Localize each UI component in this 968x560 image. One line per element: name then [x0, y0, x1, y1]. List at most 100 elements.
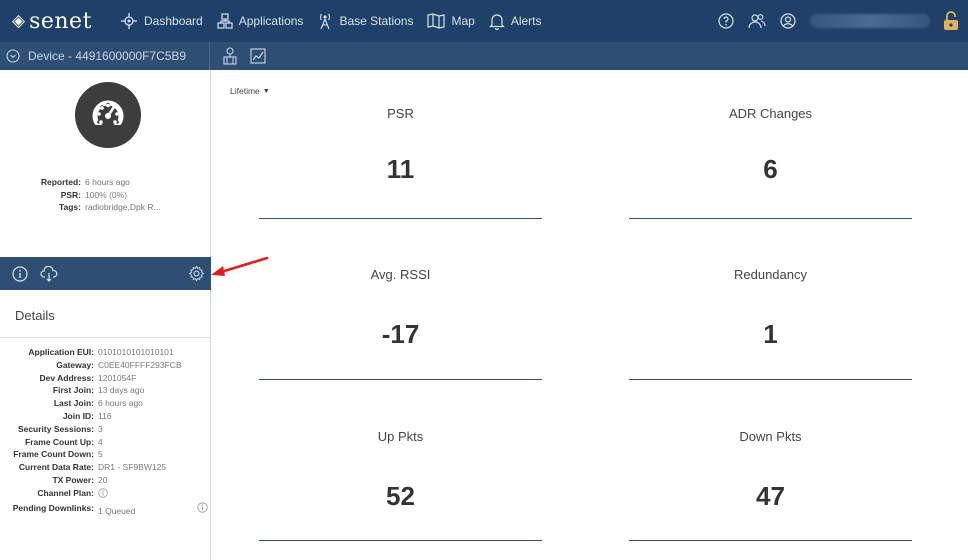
- channel-plan-info[interactable]: [98, 487, 108, 500]
- bell-icon: [488, 13, 505, 30]
- summary-value: radiobridge,Dpk R...: [85, 202, 161, 212]
- details-key: Security Sessions:: [17, 423, 94, 434]
- stat-divider: [259, 218, 542, 219]
- details-row: Application EUI: 0101010101010101: [0, 346, 211, 359]
- period-label: Lifetime: [230, 86, 260, 96]
- details-row: Join ID: 116: [0, 410, 211, 423]
- details-key: Channel Plan:: [37, 487, 94, 498]
- details-value: DR1 - SF9BW125: [98, 462, 167, 473]
- help-button[interactable]: [718, 13, 734, 29]
- stat-value: 6: [763, 154, 778, 184]
- stat-value: -17: [381, 319, 420, 349]
- device-subbar: Device - 4491600000F7C5B9: [0, 42, 968, 70]
- info-button[interactable]: [12, 265, 28, 282]
- details-key: Application EUI:: [28, 347, 94, 357]
- nav-label: Base Stations: [339, 14, 414, 28]
- map-icon: [427, 13, 446, 29]
- user-name-redacted: [810, 14, 930, 28]
- stat-label: PSR: [387, 106, 414, 121]
- details-row: Current Data Rate: DR1 - SF9BW125: [0, 461, 211, 474]
- device-summary: Reported: 6 hours ago PSR: 100% (0%) Tag…: [0, 176, 211, 214]
- stat-label: ADR Changes: [728, 106, 813, 121]
- stat-divider: [629, 379, 912, 380]
- chevron-circle-icon: [6, 49, 20, 63]
- gear-icon: [188, 265, 205, 282]
- details-key: Frame Count Down:: [13, 449, 94, 460]
- lock-button[interactable]: [938, 6, 964, 36]
- details-row: TX Power: 20: [0, 474, 211, 487]
- details-value: 20: [98, 474, 108, 485]
- device-selector[interactable]: Device - 4491600000F7C5B9: [0, 42, 210, 70]
- nav-item-applications[interactable]: Applications: [217, 0, 304, 42]
- nav-label: Applications: [238, 14, 304, 28]
- brand-name: senet: [29, 8, 92, 34]
- device-map-button[interactable]: [222, 47, 238, 65]
- cloud-download-button[interactable]: [40, 265, 58, 282]
- nav-item-map[interactable]: Map: [427, 0, 475, 42]
- details-key: Last Join:: [53, 398, 94, 409]
- users-button[interactable]: [748, 13, 766, 29]
- stat-value: 47: [756, 481, 785, 511]
- pending-downlinks-info[interactable]: [197, 501, 208, 517]
- stat-adr-changes: ADR Changes 6: [629, 106, 912, 219]
- nav-label: Dashboard: [144, 14, 203, 28]
- cloud-download-icon: [40, 265, 58, 282]
- nav-item-alerts[interactable]: Alerts: [488, 0, 542, 42]
- brand-logo[interactable]: ◈ senet: [0, 9, 110, 34]
- stat-label: Avg. RSSI: [370, 267, 431, 282]
- base-station-icon: [320, 13, 331, 30]
- info-circle-icon: [197, 501, 208, 513]
- summary-row: Reported: 6 hours ago: [0, 176, 211, 189]
- stat-divider: [629, 540, 912, 541]
- details-row: First Join: 13 days ago: [0, 384, 211, 397]
- senet-logo-icon: ◈: [12, 11, 26, 30]
- device-chart-button[interactable]: [250, 48, 266, 64]
- summary-value: 6 hours ago: [85, 177, 130, 187]
- account-button[interactable]: [780, 13, 796, 29]
- device-avatar: [75, 82, 141, 148]
- nav-item-base-stations[interactable]: Base Stations: [317, 0, 413, 42]
- details-value: 6 hours ago: [98, 398, 143, 409]
- details-key: Join ID:: [62, 410, 94, 421]
- device-panel: Reported: 6 hours ago PSR: 100% (0%) Tag…: [0, 70, 211, 560]
- device-panel-toolbar: [0, 257, 211, 290]
- details-row: Frame Count Down: 5: [0, 448, 211, 461]
- details-key: Gateway:: [56, 359, 94, 370]
- summary-row: Tags: radiobridge,Dpk R...: [0, 201, 211, 214]
- details-value: 13 days ago: [98, 385, 145, 396]
- details-row: Frame Count Up: 4: [0, 436, 211, 449]
- details-key: Dev Address:: [39, 372, 94, 383]
- nav-right-tools: [704, 0, 968, 42]
- details-key: TX Power:: [52, 474, 94, 485]
- details-value: 3: [98, 423, 103, 434]
- nav-label: Alerts: [510, 14, 542, 28]
- details-value: 4: [98, 436, 103, 447]
- nav-item-dashboard[interactable]: Dashboard: [120, 0, 203, 42]
- details-row: Pending Downlinks: 1 Queued: [0, 501, 211, 517]
- stat-divider: [259, 379, 542, 380]
- details-row: Security Sessions: 3: [0, 423, 211, 436]
- details-value: 116: [98, 410, 112, 421]
- details-value: 5: [98, 449, 103, 460]
- details-heading: Details: [0, 294, 211, 338]
- summary-key: PSR:: [60, 189, 81, 200]
- details-value: 1 Queued: [98, 505, 136, 516]
- details-row: Last Join: 6 hours ago: [0, 397, 211, 410]
- summary-value: 100% (0%): [85, 189, 128, 200]
- details-key: Pending Downlinks:: [12, 502, 94, 513]
- lock-icon: [944, 11, 958, 30]
- users-icon: [748, 14, 766, 29]
- details-key: First Join:: [52, 385, 94, 396]
- stat-label: Redundancy: [734, 267, 807, 282]
- settings-button[interactable]: [188, 265, 205, 287]
- gauge-icon: [92, 100, 124, 135]
- top-nav: ◈ senet Dashboard Applications Base Stat…: [0, 0, 968, 42]
- stat-divider: [629, 218, 912, 219]
- device-location-icon: [223, 47, 237, 65]
- info-icon: [12, 265, 28, 282]
- period-dropdown[interactable]: Lifetime ▼: [230, 86, 270, 96]
- help-icon: [718, 13, 734, 29]
- applications-icon: [217, 13, 233, 29]
- stat-divider: [259, 540, 542, 541]
- stat-label: Down Pkts: [739, 429, 802, 444]
